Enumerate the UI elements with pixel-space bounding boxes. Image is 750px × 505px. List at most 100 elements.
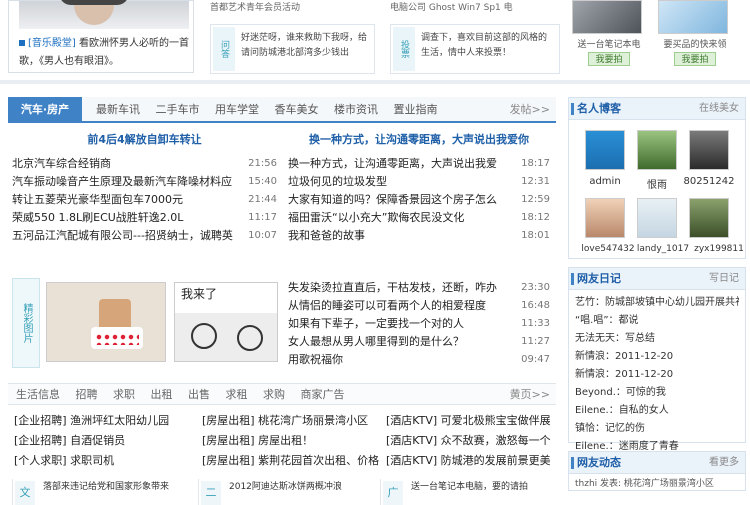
avatar[interactable] bbox=[689, 130, 729, 170]
music-text[interactable]: [音乐殿堂] 看欧洲怀男人必听的一首歌，《男人也有眼泪》。 bbox=[19, 35, 191, 71]
classified-item[interactable]: [房屋出租] 桃花湾广场丽景湾小区 bbox=[202, 411, 382, 431]
bottom-card-text[interactable]: 2012阿迪达斯冰饼两概冲浪 bbox=[229, 481, 372, 494]
avatar-name[interactable]: 80251242 bbox=[683, 176, 735, 187]
gift-2-button[interactable]: 我要拍 bbox=[674, 52, 716, 66]
gift-1-caption[interactable]: 送一台笔记本电 bbox=[572, 37, 646, 50]
tab-item[interactable]: 出租 bbox=[151, 388, 173, 401]
classified-item[interactable]: [房屋出租] 房屋出租！ bbox=[202, 431, 382, 451]
tab-item[interactable]: 商家广告 bbox=[301, 388, 345, 401]
photo-1[interactable] bbox=[46, 282, 166, 362]
diary-item[interactable]: Beyond.：可惊的我 bbox=[575, 384, 739, 402]
gift-box-image[interactable] bbox=[658, 0, 728, 34]
list-item[interactable]: 垃圾何见的垃圾发型 12:31 bbox=[288, 173, 550, 191]
avatar-name[interactable]: love547432 bbox=[577, 244, 639, 254]
tab-item[interactable]: 楼市资讯 bbox=[334, 103, 378, 116]
tab-item[interactable]: 最新车讯 bbox=[96, 103, 140, 116]
avatar[interactable] bbox=[585, 130, 625, 170]
list-item[interactable]: 汽车振动噪音产生原理及最新汽车降噪材料应 15:40 bbox=[12, 173, 277, 191]
yellow-pages-link[interactable]: 黄页>> bbox=[510, 384, 550, 406]
celebrity-blogs-title: 名人博客 在线美女 bbox=[569, 98, 745, 120]
tab-item[interactable]: 香车美女 bbox=[275, 103, 319, 116]
avatar-name[interactable]: landy_1017 bbox=[633, 244, 693, 254]
gift-area: 送一台笔记本电 我要拍 要买品的快来领 我要拍 bbox=[568, 0, 750, 80]
bottom-card-text[interactable]: 落部来违记给党和国家形象带来 bbox=[43, 481, 186, 494]
avatar[interactable] bbox=[637, 198, 677, 238]
list-item[interactable]: 大家有知道的吗？保障香景园这个房子怎么 12:59 bbox=[288, 191, 550, 209]
avatar-name[interactable]: admin bbox=[579, 176, 631, 187]
tab-item[interactable]: 求购 bbox=[263, 388, 285, 401]
top-snippet-2[interactable]: 电脑公司 Ghost Win7 Sp1 电 bbox=[390, 0, 560, 12]
more-activity-link[interactable]: 看更多 bbox=[709, 452, 739, 474]
gift-2-caption[interactable]: 要买品的快来领 bbox=[658, 37, 732, 50]
vote-text[interactable]: 调查下，喜欢目前这部的风格的生活，情中人来投票！ bbox=[421, 31, 555, 61]
avatar-name[interactable]: zyx199811 bbox=[691, 244, 747, 254]
list-item[interactable]: 五河品江汽配城有限公司---招贤纳士，诚聘英 10:07 bbox=[12, 227, 277, 245]
diary-item[interactable]: Eilene.：自私的女人 bbox=[575, 402, 739, 420]
tab-item[interactable]: 求租 bbox=[226, 388, 248, 401]
column-1-title[interactable]: 前4后4解放自卸车转让 bbox=[12, 131, 277, 149]
celebrity-blogs-box: 名人博客 在线美女 admin 恨雨 80251242 love547432 l… bbox=[568, 97, 746, 259]
bottom-card[interactable]: 文 落部来违记给党和国家形象带来 bbox=[12, 479, 188, 505]
online-beauty-link[interactable]: 在线美女 bbox=[699, 98, 739, 120]
list-item[interactable]: 女人最想从男人哪里得到的是什么？ 11:27 bbox=[288, 333, 550, 351]
activity-box: 网友动态 看更多 thzhi 发表: 桃花湾广场丽景湾小区 bbox=[568, 451, 746, 491]
bottom-card[interactable]: 二 2012阿迪达斯冰饼两概冲浪 bbox=[198, 479, 374, 505]
avatar[interactable] bbox=[585, 198, 625, 238]
ask-text[interactable]: 好迷茫呀，谁来救助下我呀，给请问防城港北部湾多少钱出 bbox=[241, 31, 370, 61]
diary-item[interactable]: 艺竹：防城部坡镇中心幼儿园开展共礼 bbox=[575, 294, 739, 312]
photo-2-caption: 我来了 bbox=[181, 287, 218, 301]
classified-item[interactable]: [酒店KTV] 可爱北极熊宝宝做伴展 bbox=[386, 411, 566, 431]
bottom-card-text[interactable]: 送一台笔记本电脑，要的请拍 bbox=[411, 481, 554, 494]
gift-1: 送一台笔记本电 我要拍 bbox=[572, 0, 646, 72]
tab-links: 最新车讯 二手车市 用车学堂 香车美女 楼市资讯 置业指南 bbox=[96, 97, 450, 123]
photo-2[interactable]: 我来了 bbox=[174, 282, 278, 362]
music-card[interactable]: [音乐殿堂] 看欧洲怀男人必听的一首歌，《男人也有眼泪》。 bbox=[8, 0, 194, 73]
tab-item[interactable]: 用车学堂 bbox=[215, 103, 259, 116]
auto-tab-bar: 汽车·房产 最新车讯 二手车市 用车学堂 香车美女 楼市资讯 置业指南 发帖>> bbox=[8, 97, 556, 123]
laptop-image[interactable] bbox=[572, 0, 642, 34]
tab-item[interactable]: 生活信息 bbox=[16, 388, 60, 401]
list-item[interactable]: 我和爸爸的故事 18:01 bbox=[288, 227, 550, 245]
tab-item[interactable]: 招聘 bbox=[76, 388, 98, 401]
classified-item[interactable]: [个人求职] 求职司机 bbox=[14, 451, 194, 471]
column-2-title[interactable]: 换一种方式，让沟通零距离，大声说出我爱你 bbox=[288, 131, 550, 149]
list-item[interactable]: 用歌祝福你 09:47 bbox=[288, 351, 550, 369]
tab-active[interactable]: 汽车·房产 bbox=[8, 97, 82, 123]
music-tag[interactable]: [音乐殿堂] bbox=[28, 38, 76, 49]
classified-item[interactable]: [酒店KTV] 防城港的发展前景更美 bbox=[386, 451, 566, 471]
classified-item[interactable]: [企业招聘] 渔洲坪红太阳幼儿园 bbox=[14, 411, 194, 431]
diary-item[interactable]: 新情浪：2011-12-20 bbox=[575, 348, 739, 366]
write-diary-link[interactable]: 写日记 bbox=[709, 268, 739, 290]
list-item[interactable]: 荣威550 1.8L刷ECU战胜轩逸2.0L 11:17 bbox=[12, 209, 277, 227]
post-link[interactable]: 发帖>> bbox=[510, 97, 550, 123]
bullet-icon bbox=[19, 40, 25, 46]
list-item[interactable]: 福田雷沃“以小充大”欺侮农民没文化 18:12 bbox=[288, 209, 550, 227]
activity-item[interactable]: thzhi 发表: 桃花湾广场丽景湾小区 bbox=[569, 474, 745, 491]
diary-item[interactable]: 无法无天：写总结 bbox=[575, 330, 739, 348]
list-item[interactable]: 如果有下辈子，一定要找一个对的人 11:33 bbox=[288, 315, 550, 333]
bottom-card[interactable]: 广 送一台笔记本电脑，要的请拍 bbox=[380, 479, 556, 505]
tab-item[interactable]: 置业指南 bbox=[394, 103, 438, 116]
list-item[interactable]: 从情侣的睡姿可以可看两个人的相爱程度 16:48 bbox=[288, 297, 550, 315]
diary-item[interactable]: 镇恰：记忆的伤 bbox=[575, 420, 739, 438]
vote-card[interactable]: 投票 调查下，喜欢目前这部的风格的生活，情中人来投票！ bbox=[390, 24, 560, 74]
gift-2: 要买品的快来领 我要拍 bbox=[658, 0, 732, 72]
avatar[interactable] bbox=[637, 130, 677, 170]
diary-item[interactable]: “唱.唱”：都说 bbox=[575, 312, 739, 330]
tab-item[interactable]: 求职 bbox=[113, 388, 135, 401]
diary-item[interactable]: 新情浪：2011-12-20 bbox=[575, 366, 739, 384]
avatar[interactable] bbox=[689, 198, 729, 238]
tab-item[interactable]: 出售 bbox=[188, 388, 210, 401]
top-snippet-1[interactable]: 首都艺术青年会员活动 bbox=[210, 0, 375, 12]
list-item[interactable]: 转让五菱荣光豪华型面包车7000元 21:44 bbox=[12, 191, 277, 209]
avatar-name[interactable]: 恨雨 bbox=[631, 176, 683, 191]
gift-1-button[interactable]: 我要拍 bbox=[588, 52, 630, 66]
tab-item[interactable]: 二手车市 bbox=[156, 103, 200, 116]
list-item[interactable]: 换一种方式，让沟通零距离，大声说出我爱 18:17 bbox=[288, 155, 550, 173]
classified-item[interactable]: [酒店KTV] 众不敌赛，激怒每一个 bbox=[386, 431, 566, 451]
classified-item[interactable]: [企业招聘] 自酒促销员 bbox=[14, 431, 194, 451]
list-item[interactable]: 失发染烫拉直直后，干枯发枝，还断，咋办 23:30 bbox=[288, 279, 550, 297]
ask-card[interactable]: 问答 好迷茫呀，谁来救助下我呀，给请问防城港北部湾多少钱出 bbox=[210, 24, 375, 74]
classified-item[interactable]: [房屋出租] 紫荆花园首次出租、价格 bbox=[202, 451, 382, 471]
list-item[interactable]: 北京汽车综合经销商 21:56 bbox=[12, 155, 277, 173]
